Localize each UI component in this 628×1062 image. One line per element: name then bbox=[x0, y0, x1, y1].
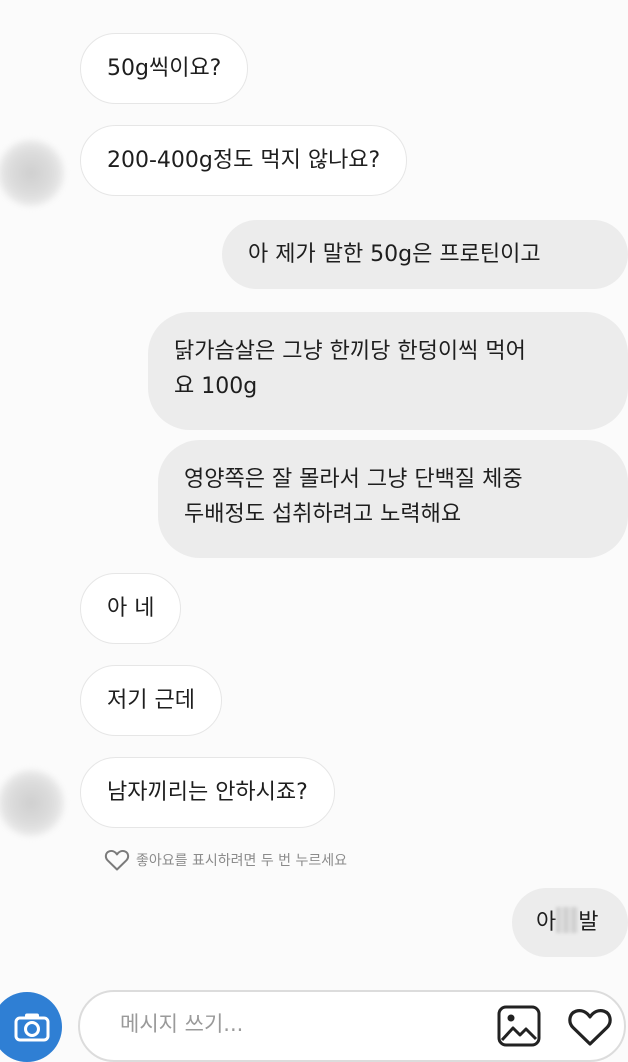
gallery-icon[interactable] bbox=[496, 1004, 542, 1048]
message-text-line: 요 100g bbox=[174, 374, 258, 399]
message-text-line: 닭가슴살은 그냥 한끼당 한덩이씩 먹어 bbox=[174, 339, 526, 364]
heart-outline-icon[interactable] bbox=[104, 848, 130, 872]
outgoing-message[interactable]: 아발 bbox=[512, 888, 628, 957]
message-text-line: 두배정도 섭취하려고 노력해요 bbox=[184, 502, 462, 527]
message-composer[interactable] bbox=[78, 990, 626, 1062]
message-text: 200-400g정도 먹지 않나요? bbox=[107, 148, 381, 173]
message-text: 아 네 bbox=[107, 596, 155, 621]
incoming-message[interactable]: 아 네 bbox=[80, 573, 182, 644]
like-hint: 좋아요를 표시하려면 두 번 누르세요 bbox=[104, 846, 347, 874]
message-text: 50g씩이요? bbox=[107, 56, 222, 81]
outgoing-message[interactable]: 아 제가 말한 50g은 프로틴이고 bbox=[222, 220, 628, 289]
message-text: 남자끼리는 안하시죠? bbox=[107, 780, 308, 805]
like-hint-text: 좋아요를 표시하려면 두 번 누르세요 bbox=[136, 853, 347, 869]
incoming-message[interactable]: 저기 근데 bbox=[80, 665, 222, 736]
message-text-line: 영양쪽은 잘 몰라서 그냥 단백질 체중 bbox=[184, 467, 523, 492]
incoming-message[interactable]: 200-400g정도 먹지 않나요? bbox=[80, 125, 408, 196]
outgoing-message[interactable]: 영양쪽은 잘 몰라서 그냥 단백질 체중 두배정도 섭취하려고 노력해요 bbox=[158, 440, 628, 558]
avatar[interactable] bbox=[0, 140, 64, 206]
message-input[interactable] bbox=[120, 1012, 480, 1036]
message-text-suffix: 발 bbox=[578, 910, 599, 935]
message-text-prefix: 아 bbox=[536, 910, 557, 935]
incoming-message[interactable]: 남자끼리는 안하시죠? bbox=[80, 757, 335, 828]
chat-thread[interactable]: 50g씩이요? 200-400g정도 먹지 않나요? 아 제가 말한 50g은 … bbox=[0, 0, 628, 1049]
outgoing-message[interactable]: 닭가슴살은 그냥 한끼당 한덩이씩 먹어 요 100g bbox=[148, 312, 628, 430]
avatar[interactable] bbox=[0, 770, 64, 836]
incoming-message[interactable]: 50g씩이요? bbox=[80, 33, 249, 104]
camera-button[interactable] bbox=[0, 992, 62, 1062]
camera-icon bbox=[14, 1013, 50, 1042]
message-text: 저기 근데 bbox=[107, 688, 195, 713]
message-text: 아 제가 말한 50g은 프로틴이고 bbox=[248, 242, 541, 267]
censored-region bbox=[556, 907, 579, 933]
heart-icon[interactable] bbox=[566, 1004, 614, 1048]
